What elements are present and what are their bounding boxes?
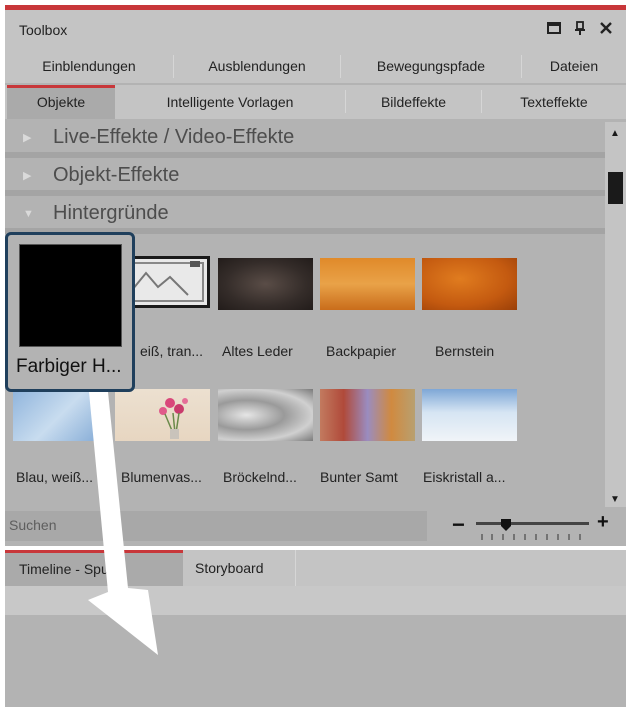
thumb-label: Backpapier: [326, 343, 397, 359]
section-label: Hintergründe: [53, 202, 169, 224]
window-title: Toolbox: [19, 22, 68, 38]
tab-timeline[interactable]: Timeline - Spur: [5, 550, 183, 586]
section-objekt-effekte[interactable]: ▶ Objekt-Effekte: [5, 160, 605, 196]
collapsed-arrow-icon: ▶: [23, 132, 32, 144]
section-label: Live-Effekte / Video-Effekte: [53, 126, 295, 148]
search-box[interactable]: [5, 511, 427, 541]
dragged-background-item[interactable]: Farbiger H...: [5, 232, 135, 392]
timeline-ruler: [5, 586, 626, 615]
thumb-label: Bernstein: [435, 343, 495, 359]
thumb-broeckelnd[interactable]: [218, 389, 313, 441]
collapsed-arrow-icon: ▶: [23, 170, 32, 182]
tab-dateien[interactable]: Dateien: [522, 50, 626, 83]
search-input[interactable]: [5, 511, 413, 539]
tab-bildeffekte[interactable]: Bildeffekte: [346, 85, 481, 119]
thumb-label: Bunter Samt: [320, 469, 398, 485]
section-hintergruende[interactable]: ▼ Hintergründe: [5, 198, 605, 234]
maximize-icon[interactable]: [545, 21, 563, 39]
thumb-altes-leder[interactable]: [218, 258, 313, 310]
section-label: Objekt-Effekte: [53, 164, 180, 186]
thumb-label: Blau, weiß...: [16, 469, 94, 485]
thumb-eiskristall[interactable]: [422, 389, 517, 441]
thumb-blumenvase[interactable]: [115, 389, 210, 441]
scroll-down-icon[interactable]: ▼: [610, 494, 620, 505]
thumb-label: eiß, tran...: [140, 343, 204, 359]
title-bar: Toolbox: [5, 10, 626, 50]
vertical-scrollbar[interactable]: ▲ ▼: [605, 122, 626, 507]
pin-icon[interactable]: [571, 21, 589, 39]
tab-texteffekte[interactable]: Texteffekte: [482, 85, 626, 119]
thumb-bunter-samt[interactable]: [320, 389, 415, 441]
thumb-label: Eiskristall a...: [423, 469, 506, 485]
zoom-in-icon[interactable]: +: [597, 511, 609, 534]
tab-row-1: Einblendungen Ausblendungen Bewegungspfa…: [5, 50, 626, 83]
zoom-out-icon[interactable]: −: [452, 512, 465, 538]
dragged-item-label: Farbiger H...: [16, 356, 122, 377]
scrollbar-thumb[interactable]: [608, 172, 623, 204]
thumb-label: Blumenvas...: [121, 469, 202, 485]
section-live-effekte[interactable]: ▶ Live-Effekte / Video-Effekte: [5, 122, 605, 158]
tab-objekte[interactable]: Objekte: [7, 85, 115, 119]
tab-einblendungen[interactable]: Einblendungen: [5, 50, 173, 83]
tab-storyboard[interactable]: Storyboard: [183, 550, 296, 586]
thumb-label: Altes Leder: [222, 343, 293, 359]
tab-intelligente-vorlagen[interactable]: Intelligente Vorlagen: [115, 85, 345, 119]
bottom-tab-bar: Timeline - Spur Storyboard: [5, 550, 626, 586]
close-icon[interactable]: [597, 21, 615, 39]
thumb-label: Bröckelnd...: [223, 469, 297, 485]
expanded-arrow-icon: ▼: [23, 208, 34, 220]
zoom-slider[interactable]: [476, 517, 589, 543]
thumb-blau-weiss[interactable]: [13, 389, 108, 441]
thumb-bernstein[interactable]: [422, 258, 517, 310]
tab-storyboard-label: Storyboard: [195, 560, 264, 576]
tab-bewegungspfade[interactable]: Bewegungspfade: [341, 50, 521, 83]
tab-ausblendungen[interactable]: Ausblendungen: [174, 50, 340, 83]
scroll-up-icon[interactable]: ▲: [610, 128, 620, 139]
tab-row-2: Objekte Intelligente Vorlagen Bildeffekt…: [5, 85, 626, 119]
color-swatch: [19, 244, 122, 347]
thumb-backpapier[interactable]: [320, 258, 415, 310]
tab-timeline-label: Timeline - Spur: [19, 561, 114, 577]
